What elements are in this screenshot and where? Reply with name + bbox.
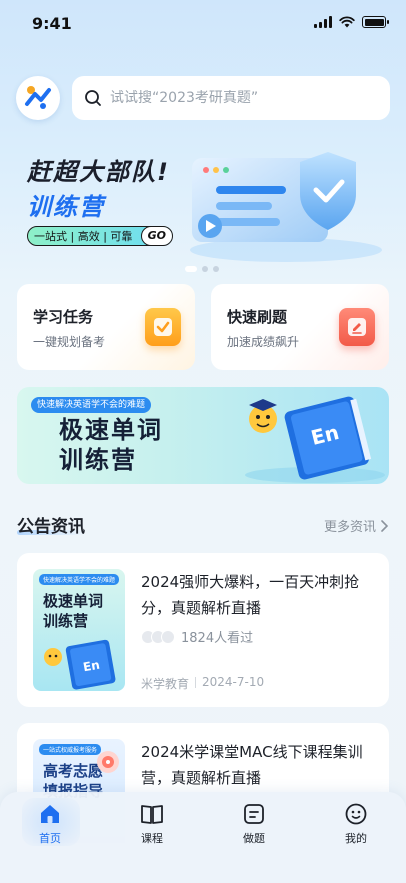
search-bar[interactable] <box>72 76 390 120</box>
banner-subtitle: 训练营 <box>27 193 105 221</box>
news-views: 1824人看过 <box>141 627 253 646</box>
wifi-icon <box>339 16 355 28</box>
thumb-tag: 一站式权威报考服务 <box>39 744 102 755</box>
tab-profile[interactable]: 我的 <box>326 802 386 846</box>
vocab-title-line2: 训练营 <box>59 446 137 474</box>
search-input[interactable] <box>110 90 370 106</box>
news-title: 2024强师大爆料，一百天冲刺抢分，真题解析直播 <box>141 573 360 617</box>
tab-label: 首页 <box>39 832 61 845</box>
practice-icon <box>244 804 264 824</box>
pencil-icon <box>339 308 375 346</box>
cellular-signal-icon <box>314 16 332 28</box>
study-task-card[interactable]: 学习任务 一键规划备考 <box>17 284 195 370</box>
tab-home[interactable]: 首页 <box>20 802 80 846</box>
carousel-dot[interactable] <box>185 266 197 272</box>
section-title: 公告资讯 <box>17 517 85 537</box>
battery-icon <box>362 16 389 28</box>
logo-mark-icon <box>25 86 51 109</box>
bottom-tab-bar: 首页 课程 做题 我的 <box>0 792 406 883</box>
carousel-dot[interactable] <box>213 266 219 272</box>
thumb-title-line1: 高考志愿 <box>43 762 104 780</box>
status-icons <box>314 16 389 28</box>
search-icon <box>85 90 101 106</box>
tab-label: 课程 <box>141 832 163 845</box>
thumb-title: 极速单词 训练营 <box>43 591 103 631</box>
profile-icon <box>345 803 367 825</box>
more-news-label: 更多资讯 <box>323 520 376 535</box>
carousel-dot[interactable] <box>202 266 208 272</box>
book-mascot-icon <box>44 639 116 690</box>
vocab-training-banner[interactable]: 快速解决英语学不会的难题 极速单词 训练营 En <box>17 387 389 484</box>
news-thumbnail: 快速解决英语学不会的难题 极速单词 训练营 En <box>33 569 125 691</box>
tab-practice[interactable]: 做题 <box>224 802 284 846</box>
thumb-title-line1: 极速单词 <box>43 592 104 610</box>
chevron-right-icon <box>381 519 388 532</box>
banner-title: 赶超大部队! <box>27 158 170 186</box>
thumb-book-label: En <box>81 657 101 675</box>
book-mascot-icon <box>245 396 385 483</box>
tab-courses[interactable]: 课程 <box>122 802 182 846</box>
meta-divider <box>195 677 197 688</box>
app-logo[interactable] <box>16 76 60 120</box>
news-source: 米学教育 <box>141 677 190 691</box>
news-card[interactable]: 快速解决英语学不会的难题 极速单词 训练营 En 2024强师大爆料，一百天冲刺… <box>17 553 389 707</box>
news-date: 2024-7-10 <box>202 675 265 689</box>
news-title: 2024米学课堂MAC线下课程集训营，真题解析直播 <box>141 743 363 787</box>
banner-tagline: 一站式 | 高效 | 可靠 GO <box>27 226 173 246</box>
vocab-tag: 快速解决英语学不会的难题 <box>31 397 152 413</box>
tab-label: 做题 <box>243 832 265 845</box>
banner-illustration-icon <box>190 152 382 262</box>
home-icon <box>41 805 59 823</box>
status-bar: 9:41 <box>0 0 406 48</box>
banner-tagline-text: 一站式 | 高效 | 可靠 <box>34 230 133 243</box>
vocab-title-line1: 极速单词 <box>59 416 163 444</box>
promo-banner[interactable]: 赶超大部队! 训练营 一站式 | 高效 | 可靠 GO <box>0 140 406 270</box>
banner-go-button[interactable]: GO <box>140 227 172 245</box>
viewer-avatars <box>141 629 175 644</box>
more-news-link[interactable]: 更多资讯 <box>324 516 388 535</box>
views-count: 1824人看过 <box>181 631 254 646</box>
book-icon <box>141 805 163 824</box>
quick-practice-card[interactable]: 快速刷题 加速成绩飙升 <box>211 284 389 370</box>
thumb-tag: 快速解决英语学不会的难题 <box>39 574 120 585</box>
carousel-dots[interactable] <box>185 266 219 272</box>
thumb-title-line2: 训练营 <box>43 612 89 630</box>
vocab-title: 极速单词 训练营 <box>59 415 163 475</box>
status-time: 9:41 <box>32 14 72 33</box>
target-icon <box>97 751 119 773</box>
news-meta: 米学教育 2024-7-10 <box>141 675 264 692</box>
tab-label: 我的 <box>345 832 367 845</box>
checkmark-icon <box>145 308 181 346</box>
